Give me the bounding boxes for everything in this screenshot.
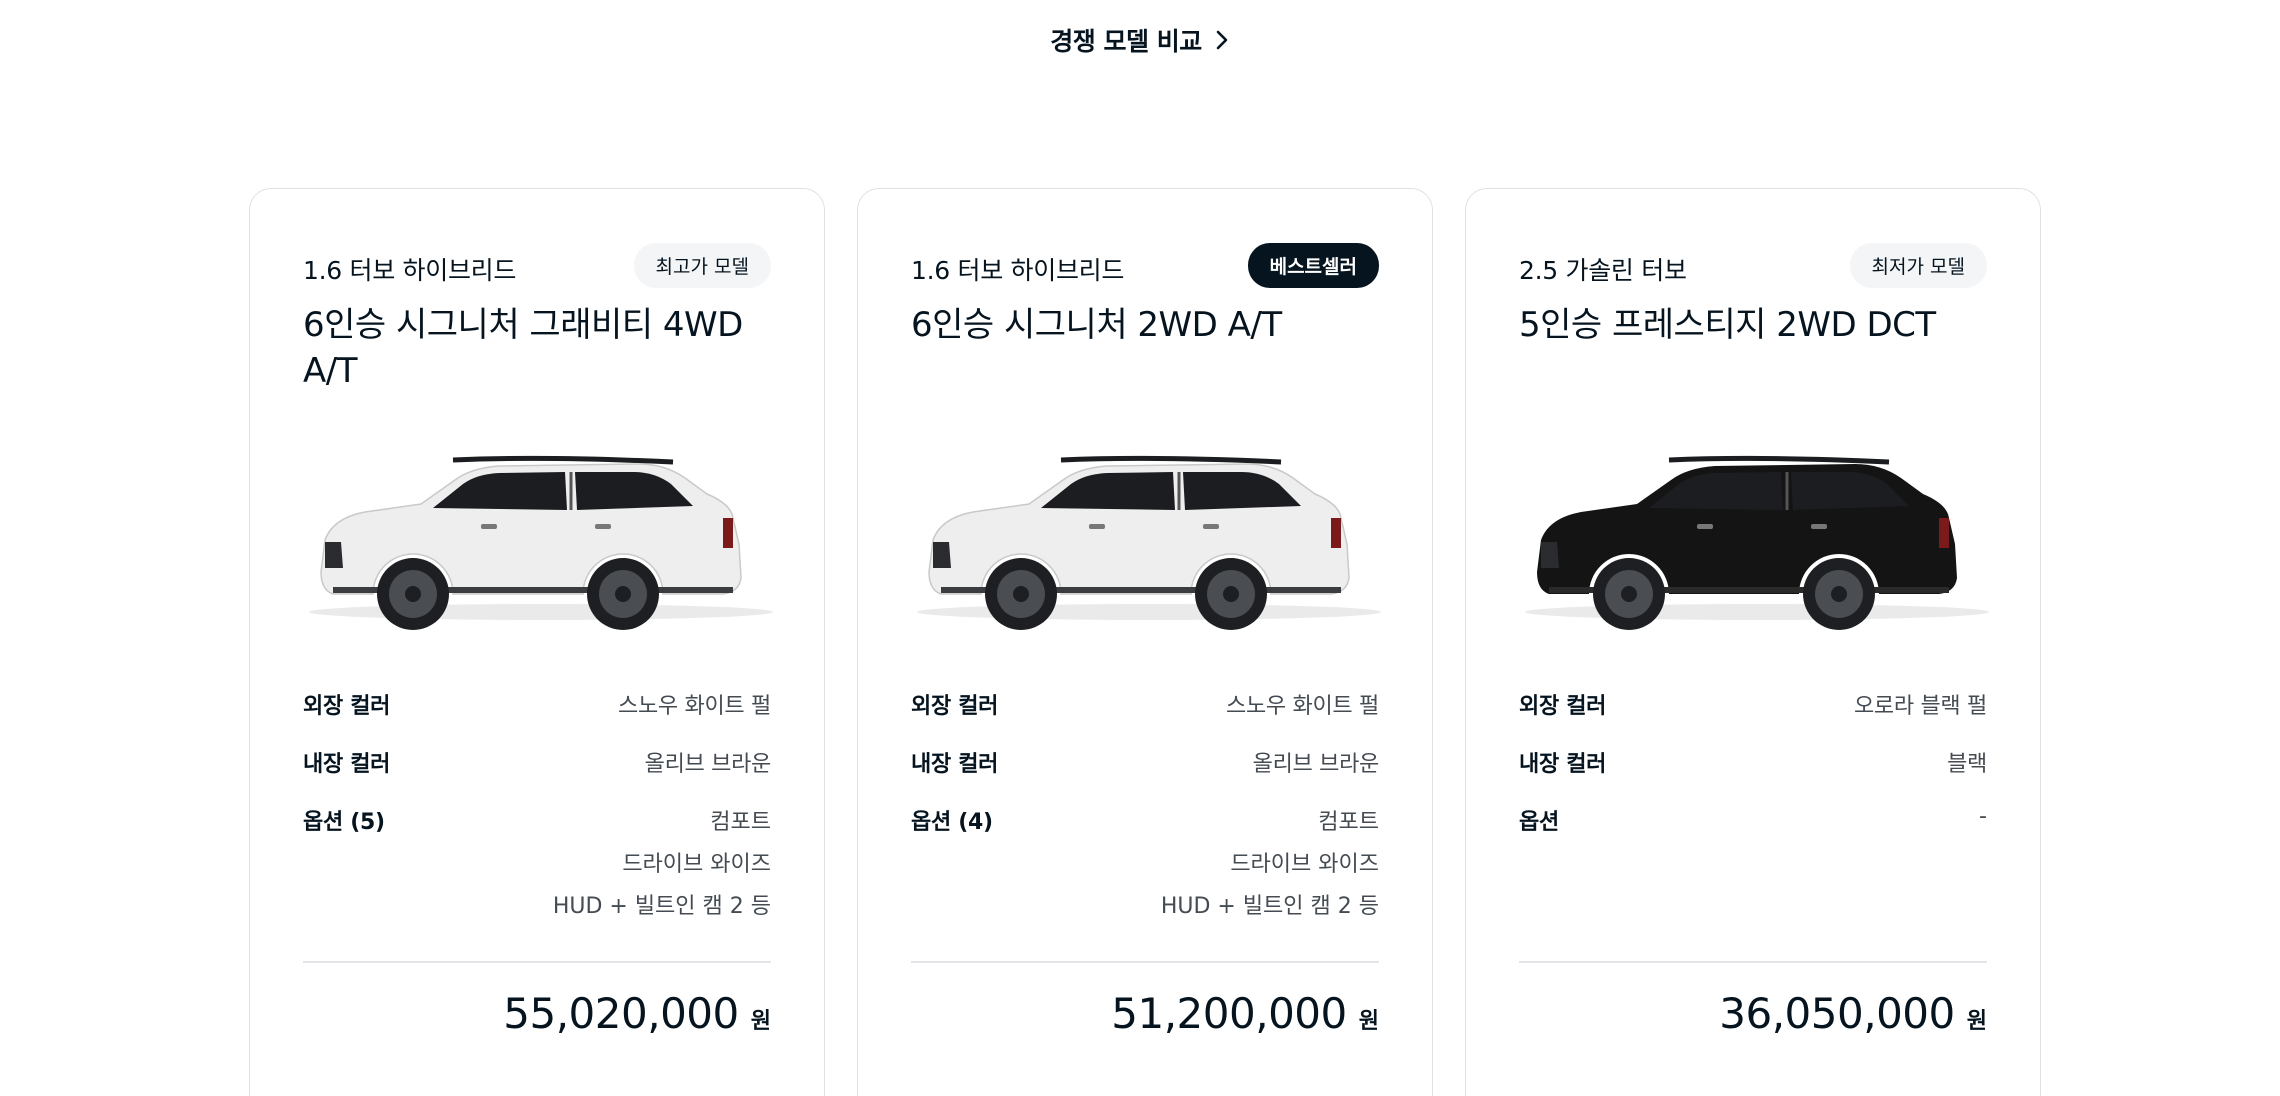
spec-list: 외장 컬러 스노우 화이트 펄 내장 컬러 올리브 브라운 옵션 (4) 컴포트… — [911, 688, 1379, 920]
interior-color-label: 내장 컬러 — [303, 752, 391, 777]
option-item: - — [1979, 804, 1987, 829]
option-item: HUD + 빌트인 캠 2 등 — [552, 894, 771, 919]
compare-models-link[interactable]: 경쟁 모델 비교 — [0, 22, 2280, 58]
model-card-list: 1.6 터보 하이브리드 최고가 모델 6인승 시그니처 그래비티 4WD A/… — [249, 188, 2041, 1096]
car-illustration — [917, 455, 1381, 630]
exterior-color-label: 외장 컬러 — [303, 694, 391, 719]
option-item: 드라이브 와이즈 — [622, 852, 771, 877]
price-row: 55,020,000 원 — [503, 989, 771, 1038]
card-header: 2.5 가솔린 터보 최저가 모델 — [1519, 243, 1987, 288]
price-divider — [911, 961, 1379, 963]
exterior-color-label: 외장 컬러 — [911, 694, 999, 719]
model-card[interactable]: 1.6 터보 하이브리드 베스트셀러 6인승 시그니처 2WD A/T 외장 컬… — [857, 188, 1433, 1096]
model-card[interactable]: 1.6 터보 하이브리드 최고가 모델 6인승 시그니처 그래비티 4WD A/… — [249, 188, 825, 1096]
options-list: 컴포트드라이브 와이즈 HUD + 빌트인 캠 2 등 — [1161, 804, 1379, 920]
options-label: 옵션 (5) — [303, 810, 385, 835]
price-divider — [1519, 961, 1987, 963]
compare-models-inner: 경쟁 모델 비교 — [1050, 22, 1229, 58]
car-image — [1519, 422, 1989, 632]
spec-row-exterior: 외장 컬러 스노우 화이트 펄 — [303, 688, 771, 720]
model-badge: 베스트셀러 — [1247, 243, 1379, 288]
car-illustration — [309, 455, 773, 630]
engine-type: 1.6 터보 하이브리드 — [911, 256, 1125, 285]
car-image — [911, 422, 1381, 632]
option-item: 컴포트 — [1318, 810, 1379, 835]
currency-unit: 원 — [1358, 1009, 1379, 1034]
trim-name: 5인승 프레스티지 2WD DCT — [1519, 305, 1936, 345]
card-header: 1.6 터보 하이브리드 베스트셀러 — [911, 243, 1379, 288]
chevron-right-icon — [1216, 30, 1228, 50]
spec-row-options: 옵션 - — [1519, 804, 1987, 836]
spec-row-interior: 내장 컬러 올리브 브라운 — [303, 746, 771, 778]
model-badge: 최고가 모델 — [633, 243, 771, 288]
page: 경쟁 모델 비교 1.6 터보 하이브리드 최고가 모델 6인승 시그니처 그래… — [0, 0, 2280, 1096]
trim-name: 6인승 시그니처 2WD A/T — [911, 305, 1282, 345]
spec-row-exterior: 외장 컬러 오로라 블랙 펄 — [1519, 688, 1987, 720]
interior-color-label: 내장 컬러 — [1519, 752, 1607, 777]
car-image — [303, 422, 773, 632]
spec-row-exterior: 외장 컬러 스노우 화이트 펄 — [911, 688, 1379, 720]
spec-row-interior: 내장 컬러 블랙 — [1519, 746, 1987, 778]
model-badge: 최저가 모델 — [1849, 243, 1987, 288]
price-value: 55,020,000 — [503, 989, 739, 1038]
exterior-color-value: 스노우 화이트 펄 — [1226, 694, 1379, 719]
options-label: 옵션 — [1519, 810, 1559, 835]
model-card[interactable]: 2.5 가솔린 터보 최저가 모델 5인승 프레스티지 2WD DCT 외장 컬… — [1465, 188, 2041, 1096]
option-item: HUD + 빌트인 캠 2 등 — [1160, 894, 1379, 919]
spec-list: 외장 컬러 스노우 화이트 펄 내장 컬러 올리브 브라운 옵션 (5) 컴포트… — [303, 688, 771, 920]
spec-row-interior: 내장 컬러 올리브 브라운 — [911, 746, 1379, 778]
car-illustration — [1525, 455, 1989, 630]
price-divider — [303, 961, 771, 963]
interior-color-value: 블랙 — [1947, 752, 1987, 777]
price-row: 36,050,000 원 — [1719, 989, 1987, 1038]
exterior-color-label: 외장 컬러 — [1519, 694, 1607, 719]
interior-color-label: 내장 컬러 — [911, 752, 999, 777]
option-item: 드라이브 와이즈 — [1230, 852, 1379, 877]
options-label: 옵션 (4) — [911, 810, 993, 835]
card-header: 1.6 터보 하이브리드 최고가 모델 — [303, 243, 771, 288]
compare-models-label: 경쟁 모델 비교 — [1050, 27, 1202, 56]
option-item: 컴포트 — [710, 810, 771, 835]
price-value: 36,050,000 — [1719, 989, 1955, 1038]
engine-type: 2.5 가솔린 터보 — [1519, 256, 1687, 285]
price-row: 51,200,000 원 — [1111, 989, 1379, 1038]
spec-row-options: 옵션 (4) 컴포트드라이브 와이즈 HUD + 빌트인 캠 2 등 — [911, 804, 1379, 920]
options-list: - — [1979, 804, 1987, 829]
spec-row-options: 옵션 (5) 컴포트드라이브 와이즈 HUD + 빌트인 캠 2 등 — [303, 804, 771, 920]
spec-list: 외장 컬러 오로라 블랙 펄 내장 컬러 블랙 옵션 - — [1519, 688, 1987, 836]
price-value: 51,200,000 — [1111, 989, 1347, 1038]
engine-type: 1.6 터보 하이브리드 — [303, 256, 517, 285]
currency-unit: 원 — [750, 1009, 771, 1034]
interior-color-value: 올리브 브라운 — [644, 752, 772, 777]
exterior-color-value: 오로라 블랙 펄 — [1853, 694, 1987, 719]
options-list: 컴포트드라이브 와이즈 HUD + 빌트인 캠 2 등 — [553, 804, 771, 920]
trim-name: 6인승 시그니처 그래비티 4WD A/T — [303, 305, 743, 391]
currency-unit: 원 — [1966, 1009, 1987, 1034]
exterior-color-value: 스노우 화이트 펄 — [618, 694, 771, 719]
interior-color-value: 올리브 브라운 — [1252, 752, 1380, 777]
